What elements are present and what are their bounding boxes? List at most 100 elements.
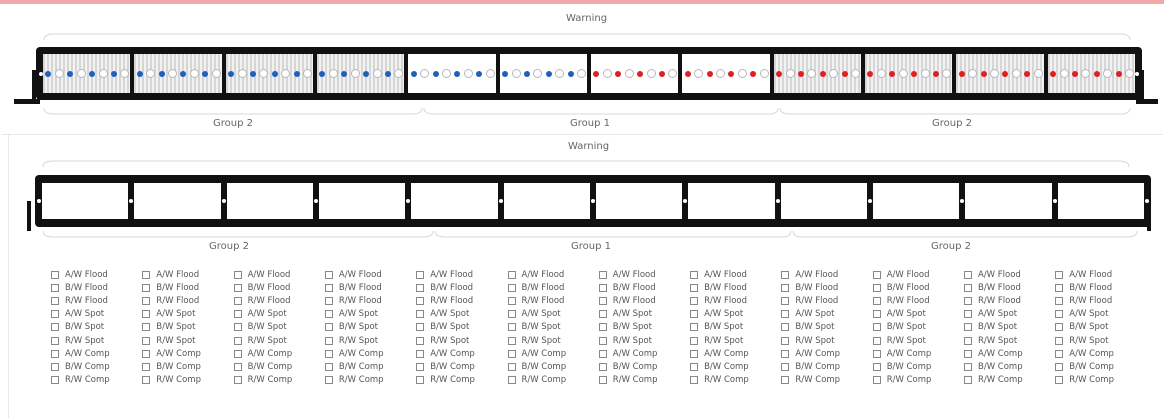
light-segment-bottom-1[interactable] [42, 183, 129, 219]
checkbox-box[interactable] [142, 296, 151, 305]
option-checkbox[interactable]: R/W Comp [872, 374, 931, 387]
option-checkbox[interactable]: R/W Flood [598, 294, 658, 307]
checkbox-box[interactable] [598, 270, 607, 279]
checkbox-box[interactable] [1055, 270, 1064, 279]
option-checkbox[interactable]: B/W Flood [598, 281, 658, 294]
checkbox-box[interactable] [872, 336, 881, 345]
light-segment-top-8[interactable] [682, 54, 770, 93]
light-segment-top-9[interactable] [773, 54, 861, 93]
checkbox-box[interactable] [51, 362, 59, 371]
option-checkbox[interactable]: A/W Spot [416, 308, 475, 321]
option-checkbox[interactable]: A/W Flood [416, 268, 475, 281]
checkbox-box[interactable] [1055, 323, 1064, 332]
checkbox-box[interactable] [142, 323, 151, 332]
option-checkbox[interactable]: B/W Spot [1055, 321, 1114, 334]
light-segment-bottom-4[interactable] [319, 183, 406, 219]
option-checkbox[interactable]: R/W Spot [51, 334, 110, 347]
checkbox-box[interactable] [1055, 362, 1064, 371]
light-segment-top-10[interactable] [865, 54, 953, 93]
option-checkbox[interactable]: B/W Spot [51, 321, 110, 334]
option-checkbox[interactable]: B/W Spot [233, 321, 293, 334]
checkbox-box[interactable] [598, 376, 607, 385]
checkbox-box[interactable] [598, 349, 607, 358]
option-checkbox[interactable]: A/W Comp [142, 347, 201, 360]
checkbox-box[interactable] [507, 362, 516, 371]
checkbox-box[interactable] [324, 310, 333, 319]
checkbox-box[interactable] [1055, 296, 1064, 305]
checkbox-box[interactable] [416, 270, 425, 279]
option-checkbox[interactable]: B/W Flood [781, 281, 840, 294]
option-checkbox[interactable]: B/W Spot [416, 321, 475, 334]
option-checkbox[interactable]: R/W Spot [507, 334, 567, 347]
light-segment-top-7[interactable] [591, 54, 679, 93]
checkbox-box[interactable] [690, 362, 699, 371]
option-checkbox[interactable]: R/W Flood [324, 294, 384, 307]
checkbox-box[interactable] [690, 336, 699, 345]
option-checkbox[interactable]: R/W Comp [142, 374, 201, 387]
checkbox-box[interactable] [872, 296, 881, 305]
option-checkbox[interactable]: R/W Spot [1055, 334, 1114, 347]
option-checkbox[interactable]: A/W Flood [233, 268, 293, 281]
light-segment-top-12[interactable] [1047, 54, 1135, 93]
option-checkbox[interactable]: R/W Spot [598, 334, 658, 347]
option-checkbox[interactable]: R/W Comp [598, 374, 657, 387]
option-checkbox[interactable]: R/W Flood [233, 294, 293, 307]
checkbox-box[interactable] [690, 349, 699, 358]
option-checkbox[interactable]: A/W Comp [690, 347, 749, 360]
light-segment-bottom-2[interactable] [134, 183, 221, 219]
checkbox-box[interactable] [1055, 376, 1064, 385]
checkbox-box[interactable] [233, 349, 242, 358]
option-checkbox[interactable]: B/W Comp [872, 360, 932, 373]
checkbox-box[interactable] [781, 349, 790, 358]
option-checkbox[interactable]: R/W Spot [142, 334, 201, 347]
option-checkbox[interactable]: R/W Flood [690, 294, 749, 307]
option-checkbox[interactable]: R/W Flood [416, 294, 475, 307]
option-checkbox[interactable]: B/W Flood [872, 281, 932, 294]
light-segment-bottom-9[interactable] [780, 183, 867, 219]
option-checkbox[interactable]: B/W Comp [690, 360, 749, 373]
option-checkbox[interactable]: A/W Spot [598, 308, 658, 321]
checkbox-box[interactable] [964, 296, 972, 305]
option-checkbox[interactable]: B/W Flood [1055, 281, 1114, 294]
checkbox-box[interactable] [781, 336, 790, 345]
option-checkbox[interactable]: B/W Comp [964, 360, 1023, 373]
checkbox-box[interactable] [416, 310, 425, 319]
checkbox-box[interactable] [964, 283, 972, 292]
checkbox-box[interactable] [598, 296, 607, 305]
option-checkbox[interactable]: B/W Spot [142, 321, 201, 334]
option-checkbox[interactable]: B/W Spot [507, 321, 567, 334]
light-segment-bottom-10[interactable] [873, 183, 960, 219]
option-checkbox[interactable]: A/W Flood [964, 268, 1023, 281]
checkbox-box[interactable] [233, 283, 242, 292]
option-checkbox[interactable]: B/W Flood [416, 281, 475, 294]
option-checkbox[interactable]: A/W Comp [872, 347, 932, 360]
option-checkbox[interactable]: R/W Flood [51, 294, 110, 307]
checkbox-box[interactable] [690, 283, 699, 292]
checkbox-box[interactable] [690, 376, 699, 385]
option-checkbox[interactable]: A/W Comp [416, 347, 475, 360]
checkbox-box[interactable] [416, 349, 425, 358]
option-checkbox[interactable]: R/W Spot [964, 334, 1023, 347]
option-checkbox[interactable]: B/W Spot [690, 321, 749, 334]
light-segment-bottom-6[interactable] [503, 183, 590, 219]
checkbox-box[interactable] [872, 283, 881, 292]
light-segment-top-11[interactable] [956, 54, 1044, 93]
option-checkbox[interactable]: A/W Flood [142, 268, 201, 281]
checkbox-box[interactable] [781, 283, 790, 292]
checkbox-box[interactable] [781, 376, 790, 385]
checkbox-box[interactable] [416, 362, 425, 371]
option-checkbox[interactable]: R/W Spot [690, 334, 749, 347]
checkbox-box[interactable] [598, 310, 607, 319]
checkbox-box[interactable] [1055, 283, 1064, 292]
checkbox-box[interactable] [324, 283, 333, 292]
checkbox-box[interactable] [233, 296, 242, 305]
option-checkbox[interactable]: A/W Comp [598, 347, 658, 360]
light-segment-top-1[interactable] [43, 54, 131, 93]
checkbox-box[interactable] [507, 376, 516, 385]
checkbox-box[interactable] [507, 336, 516, 345]
checkbox-box[interactable] [416, 323, 425, 332]
checkbox-box[interactable] [324, 362, 333, 371]
light-segment-top-3[interactable] [225, 54, 313, 93]
light-segment-top-6[interactable] [499, 54, 587, 93]
option-checkbox[interactable]: A/W Spot [507, 308, 567, 321]
